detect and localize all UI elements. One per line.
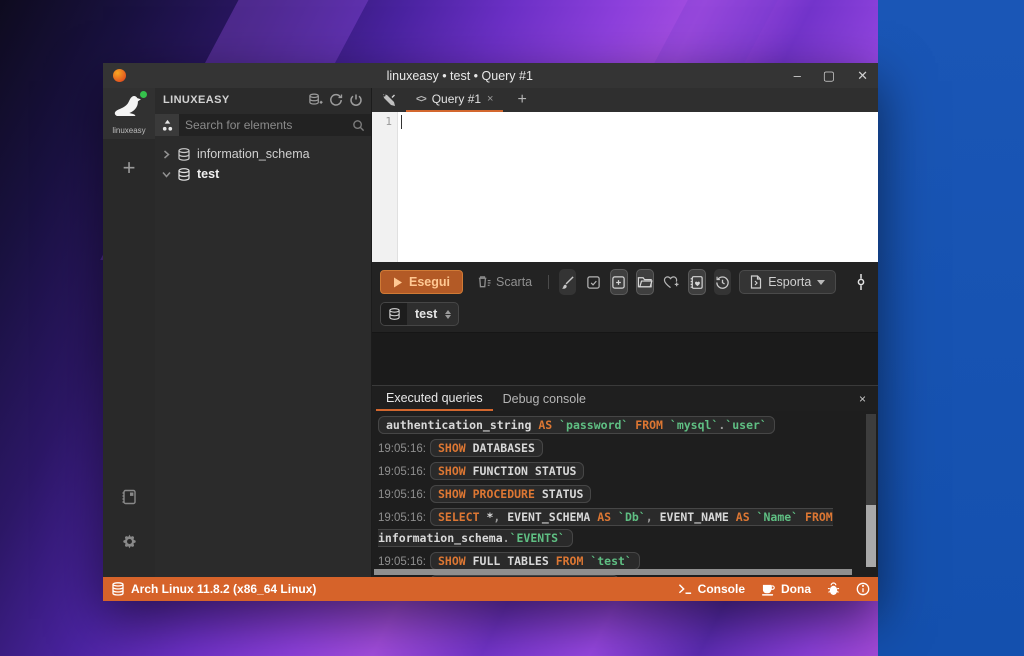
format-brush-icon[interactable] (559, 269, 577, 295)
connection-label: linuxeasy (103, 126, 155, 135)
tab-query-1[interactable]: <> Query #1 × (406, 88, 503, 112)
discard-button[interactable]: Scarta (471, 271, 538, 293)
tree-item-label: test (197, 167, 219, 181)
tab-debug-console[interactable]: Debug console (493, 386, 596, 411)
tab-executed-queries[interactable]: Executed queries (376, 386, 493, 411)
results-area (372, 332, 878, 385)
window-title: linuxeasy • test • Query #1 (126, 69, 794, 83)
log-entry: 19:05:16:SHOW FUNCTION STATUS (378, 461, 860, 482)
connection-rail: linuxeasy + (103, 88, 155, 577)
console-toggle-label: Console (698, 582, 745, 596)
connection-name-heading: LINUXEASY (163, 94, 302, 106)
query-toolbar: Esegui Scarta (372, 262, 878, 332)
save-file-as-icon[interactable] (610, 269, 628, 295)
log-entry: authentication_string AS `password` FROM… (378, 415, 860, 436)
text-cursor (401, 115, 402, 129)
server-version-text: Arch Linux 11.8.2 (x86_64 Linux) (131, 582, 316, 596)
history-icon[interactable] (714, 269, 732, 295)
chevron-right-icon (161, 150, 171, 159)
log-entry: 19:05:16:SHOW DATABASES (378, 438, 860, 459)
console-toggle-button[interactable]: Console (678, 582, 745, 596)
notes-icon[interactable] (120, 488, 138, 506)
schema-selector[interactable]: test (380, 302, 459, 326)
database-tree: information_schema test (155, 140, 371, 188)
connection-status-dot (140, 91, 147, 98)
saved-queries-notebook-icon[interactable] (688, 269, 706, 295)
log-entry: 19:05:16:SHOW PROCEDURE STATUS (378, 484, 860, 505)
vertical-scrollbar[interactable] (866, 414, 876, 567)
caret-down-icon (817, 280, 825, 285)
maximize-button[interactable]: ▢ (823, 68, 835, 84)
editor-area[interactable] (398, 112, 878, 262)
console-close-icon[interactable]: × (851, 392, 874, 406)
sea-lion-logo-icon (113, 93, 145, 119)
search-input[interactable] (179, 118, 352, 132)
database-icon (177, 148, 191, 161)
unfold-icon (445, 310, 451, 319)
discard-button-label: Scarta (496, 275, 532, 289)
new-database-icon[interactable] (308, 93, 323, 107)
new-tab-button[interactable]: + (503, 88, 540, 112)
database-icon (177, 168, 191, 181)
console-panel: Executed queries Debug console × authent… (372, 385, 878, 577)
bug-report-icon[interactable] (827, 582, 840, 596)
app-icon (113, 69, 126, 82)
export-button[interactable]: Esporta (739, 270, 836, 294)
close-button[interactable]: ✕ (857, 68, 868, 84)
tools-wrench-icon[interactable] (372, 88, 406, 112)
run-button-label: Esegui (409, 275, 450, 289)
wallpaper-blue-band (878, 0, 1024, 656)
titlebar[interactable]: linuxeasy • test • Query #1 – ▢ ✕ (103, 63, 878, 88)
horizontal-scrollbar[interactable] (374, 569, 862, 575)
line-number: 1 (372, 112, 398, 262)
schema-selector-value: test (407, 307, 445, 321)
add-favorite-heart-icon[interactable] (662, 269, 680, 295)
tab-close-icon[interactable]: × (487, 93, 493, 105)
tree-item-information-schema[interactable]: information_schema (155, 144, 371, 164)
open-file-icon[interactable] (636, 269, 654, 295)
app-window: linuxeasy • test • Query #1 – ▢ ✕ linuxe… (103, 63, 878, 601)
donate-button[interactable]: Dona (761, 582, 811, 596)
server-database-icon (111, 582, 125, 596)
about-info-icon[interactable] (856, 582, 870, 596)
sql-editor: 1 (372, 112, 878, 262)
code-icon: <> (416, 94, 426, 105)
donate-label: Dona (781, 582, 811, 596)
status-bar: Arch Linux 11.8.2 (x86_64 Linux) Console… (103, 577, 878, 601)
horizontal-scrollbar-thumb[interactable] (374, 569, 852, 575)
minimize-button[interactable]: – (794, 68, 801, 84)
tree-item-test[interactable]: test (155, 164, 371, 184)
tree-item-label: information_schema (197, 147, 310, 161)
search-filter-icon[interactable] (155, 114, 179, 136)
search-icon (352, 119, 365, 132)
export-button-label: Esporta (768, 275, 811, 289)
chevron-down-icon (161, 171, 171, 178)
vertical-scrollbar-thumb[interactable] (866, 505, 876, 567)
query-log: authentication_string AS `password` FROM… (372, 411, 878, 577)
refresh-icon[interactable] (329, 93, 343, 107)
sidebar: LINUXEASY (155, 88, 372, 577)
run-button[interactable]: Esegui (380, 270, 463, 294)
tab-strip: <> Query #1 × + (372, 88, 878, 112)
save-file-icon[interactable] (584, 269, 602, 295)
add-connection-button[interactable]: + (123, 157, 136, 179)
log-entry: 19:05:16:SELECT *, EVENT_SCHEMA AS `Db`,… (378, 507, 860, 549)
connection-item-linuxeasy[interactable]: linuxeasy (103, 88, 155, 139)
tab-label: Query #1 (432, 92, 481, 106)
disconnect-power-icon[interactable] (349, 93, 363, 107)
settings-gear-icon[interactable] (120, 532, 139, 551)
toolbar-divider (548, 275, 549, 289)
query-commit-icon[interactable] (852, 269, 870, 295)
database-icon (381, 303, 407, 325)
